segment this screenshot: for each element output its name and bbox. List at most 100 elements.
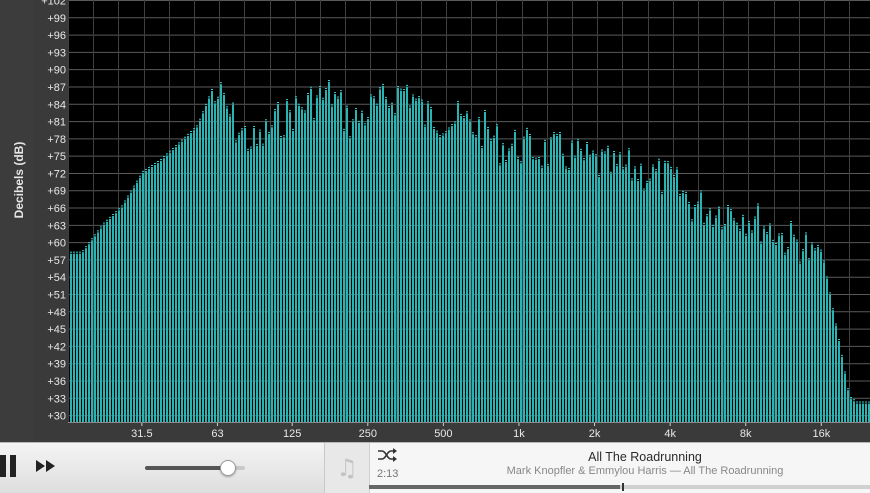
y-tick-label: +48: [47, 307, 66, 319]
peak-marker: [799, 261, 801, 263]
peak-marker: [352, 119, 354, 121]
spectrum-bar: [661, 194, 663, 422]
peak-marker: [736, 222, 738, 224]
peak-marker: [493, 135, 495, 137]
spectrum-bar: [850, 399, 852, 422]
spectrum-bar: [508, 150, 510, 422]
peak-marker: [544, 139, 546, 141]
peak-marker: [733, 218, 735, 220]
spectrum-bar: [586, 144, 588, 422]
spectrum-bar: [640, 165, 642, 423]
peak-marker: [778, 233, 780, 235]
spectrum-bar: [247, 150, 249, 422]
spectrum-bar: [199, 120, 201, 423]
peak-marker: [712, 224, 714, 226]
peak-marker: [169, 150, 171, 152]
spectrum-bar: [739, 230, 741, 422]
spectrum-bar: [688, 203, 690, 422]
peak-marker: [142, 170, 144, 172]
peak-marker: [469, 119, 471, 121]
spectrum-bar: [682, 192, 684, 422]
y-tick-label: +75: [47, 151, 66, 163]
peak-marker: [406, 84, 408, 86]
spectrum-bar: [766, 234, 768, 422]
peak-marker: [217, 96, 219, 98]
spectrum-bar: [370, 96, 372, 422]
y-tick-label: +63: [47, 220, 66, 232]
peak-marker: [100, 226, 102, 228]
peak-marker: [670, 166, 672, 168]
peak-marker: [460, 113, 462, 115]
spectrum-bar: [304, 112, 306, 423]
peak-marker: [370, 94, 372, 96]
spectrum-bar: [223, 94, 225, 422]
spectrum-bar: [544, 141, 546, 422]
peak-marker: [199, 118, 201, 120]
peak-marker: [115, 211, 117, 213]
spectrum-bar: [142, 172, 144, 422]
peak-marker: [805, 232, 807, 234]
spectrum-bar: [118, 210, 120, 422]
peak-marker: [127, 195, 129, 197]
peak-marker: [562, 153, 564, 155]
peak-marker: [451, 124, 453, 126]
spectrum-bar: [736, 224, 738, 422]
peak-marker: [88, 242, 90, 244]
peak-marker: [595, 154, 597, 156]
album-artwork[interactable]: ♫: [325, 443, 370, 493]
peak-marker: [79, 251, 81, 253]
spectrum-bar: [454, 123, 456, 422]
spectrum-bar: [820, 251, 822, 422]
peak-marker: [766, 232, 768, 234]
peak-marker: [550, 137, 552, 139]
spectrum-bar: [298, 105, 300, 422]
spectrum-bar: [163, 158, 165, 422]
peak-marker: [619, 152, 621, 154]
volume-level: [145, 466, 225, 470]
spectrum-bar: [634, 168, 636, 422]
spectrum-bar: [712, 226, 714, 422]
spectrum-bar: [292, 130, 294, 422]
peak-marker: [850, 397, 852, 399]
peak-marker: [538, 156, 540, 158]
peak-marker: [541, 165, 543, 167]
peak-marker: [436, 130, 438, 132]
spectrum-bar: [679, 195, 681, 422]
spectrum-bar: [772, 241, 774, 422]
peak-marker: [220, 82, 222, 84]
y-tick-label: +78: [47, 134, 66, 146]
spectrum-bar: [676, 169, 678, 422]
spectrum-bar: [502, 145, 504, 423]
peak-marker: [226, 106, 228, 108]
volume-slider[interactable]: [145, 460, 245, 476]
peak-marker: [769, 223, 771, 225]
spectrum-bar: [280, 137, 282, 422]
spectrum-bar: [802, 251, 804, 422]
shuffle-icon[interactable]: [377, 447, 397, 463]
spectrum-bar: [697, 203, 699, 422]
peak-marker: [391, 102, 393, 104]
fast-forward-button[interactable]: [34, 458, 58, 474]
peak-marker: [553, 132, 555, 134]
spectrum-bar: [823, 262, 825, 422]
peak-marker: [244, 125, 246, 127]
peak-marker: [856, 401, 858, 403]
y-tick-label: +30: [47, 411, 66, 423]
spectrum-bar: [631, 180, 633, 422]
spectrum-bar: [805, 234, 807, 422]
spectrum-bar: [565, 168, 567, 422]
spectrum-bar: [169, 152, 171, 423]
progress-bar[interactable]: [369, 483, 870, 491]
peak-marker: [763, 226, 765, 228]
spectrum-bar: [607, 147, 609, 422]
spectrum-bar: [85, 248, 87, 422]
pause-button[interactable]: [0, 455, 20, 479]
playhead[interactable]: [622, 483, 624, 491]
y-tick-label: +33: [47, 393, 66, 405]
peak-marker: [745, 233, 747, 235]
spectrum-bar: [775, 245, 777, 422]
peak-marker: [589, 154, 591, 156]
spectrum-bar: [439, 137, 441, 423]
volume-knob[interactable]: [220, 460, 236, 476]
spectrum-bar: [151, 166, 153, 422]
